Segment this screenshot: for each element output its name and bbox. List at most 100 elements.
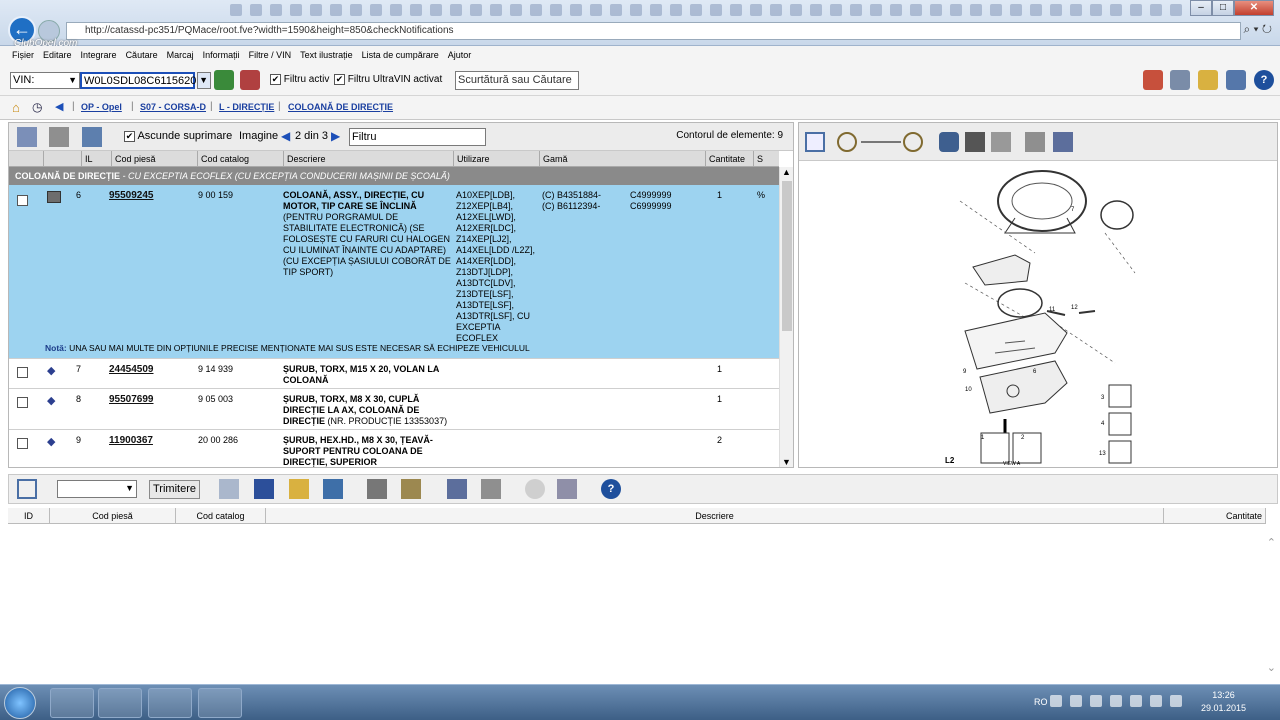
print-icon[interactable]	[49, 127, 69, 147]
zoom-in-icon[interactable]	[903, 132, 923, 152]
search-books-icon[interactable]	[1226, 70, 1246, 90]
scroll-up-icon[interactable]: ⌃	[1267, 536, 1276, 549]
flag-icon[interactable]	[1070, 695, 1082, 707]
row-checkbox[interactable]	[17, 195, 28, 206]
print-preview-icon[interactable]	[82, 127, 102, 147]
breadcrumb-subgroup[interactable]: COLOANĂ DE DIRECȚIE	[288, 102, 393, 112]
file-explorer-icon[interactable]	[98, 688, 142, 718]
bolt-part-icon[interactable]: ◆	[47, 394, 55, 407]
filter-ultravin-checkbox[interactable]: ✔	[334, 74, 345, 85]
display-icon[interactable]	[1110, 695, 1122, 707]
back-triangle-icon[interactable]: ◀	[55, 100, 63, 113]
save-icon[interactable]	[254, 479, 274, 499]
cart-select[interactable]: ▼	[57, 480, 137, 498]
column-header-il[interactable]: IL	[81, 151, 111, 167]
delete-icon[interactable]	[367, 479, 387, 499]
column-header-quantity[interactable]: Cantitate	[1164, 508, 1266, 524]
scroll-down-icon[interactable]: ▼	[782, 457, 791, 467]
breadcrumb-group[interactable]: L - DIRECȚIE	[219, 102, 274, 112]
send-button[interactable]: Trimitere	[149, 480, 200, 499]
row-part-code[interactable]: 95507699	[109, 394, 154, 405]
help-icon[interactable]: ?	[601, 479, 621, 499]
document-icon[interactable]	[47, 191, 61, 203]
close-icon[interactable]: ✕	[1234, 0, 1274, 16]
car-icon[interactable]	[214, 70, 234, 90]
notes-edit-icon[interactable]	[557, 479, 577, 499]
column-header-s[interactable]: S	[753, 151, 779, 167]
hide-deleted-toggle[interactable]: ✔ Ascunde suprimare	[124, 130, 232, 142]
column-header-part-code[interactable]: Cod piesă	[111, 151, 197, 167]
address-bar[interactable]: http://catassd-pc351/PQMace/root.fve?wid…	[66, 22, 1241, 40]
menu-file[interactable]: Fișier	[12, 46, 43, 64]
minimize-icon[interactable]: –	[1190, 0, 1212, 16]
column-header-part-code[interactable]: Cod piesă	[50, 508, 176, 524]
breadcrumb-model[interactable]: S07 - CORSA-D	[140, 102, 206, 112]
open-folder-icon[interactable]	[289, 479, 309, 499]
bolt-part-icon[interactable]: ◆	[47, 364, 55, 377]
table-row[interactable]: ◆ 7 24454509 9 14 939 ȘURUB, TORX, M15 X…	[9, 359, 779, 389]
print-illustration-icon[interactable]	[1025, 132, 1045, 152]
row-part-code[interactable]: 24454509	[109, 364, 154, 375]
edit-list-icon[interactable]	[401, 479, 421, 499]
internet-explorer-icon[interactable]	[50, 688, 94, 718]
menu-bookmark[interactable]: Marcaj	[167, 46, 203, 64]
print-list-icon[interactable]	[481, 479, 501, 499]
next-image-icon[interactable]: ▶	[331, 129, 340, 143]
column-header-quantity[interactable]: Cantitate	[705, 151, 753, 167]
pan-icon[interactable]	[939, 132, 959, 152]
app-window-icon[interactable]	[148, 688, 192, 718]
new-list-icon[interactable]	[219, 479, 239, 499]
scroll-down-icon[interactable]: ⌄	[1267, 661, 1276, 674]
filter-ultravin-toggle[interactable]: ✔ Filtru UltraVIN activat	[334, 74, 442, 85]
edit-notes-icon[interactable]	[17, 127, 37, 147]
fit-to-window-icon[interactable]	[805, 132, 825, 152]
zoom-out-icon[interactable]	[837, 132, 857, 152]
bookmark-illustration-icon[interactable]	[1053, 132, 1073, 152]
menu-edit[interactable]: Editare	[43, 46, 81, 64]
column-header-description[interactable]: Descriere	[283, 151, 453, 167]
maximize-icon[interactable]: □	[1212, 0, 1234, 16]
keyboard-icon[interactable]	[1050, 695, 1062, 707]
menu-shopping-list[interactable]: Lista de cumpărare	[362, 46, 448, 64]
notifications-icon[interactable]	[1143, 70, 1163, 90]
row-checkbox[interactable]	[17, 367, 28, 378]
bluetooth-icon[interactable]	[1130, 695, 1142, 707]
menu-illustration-text[interactable]: Text ilustrație	[300, 46, 362, 64]
network-icon[interactable]	[1090, 695, 1102, 707]
history-icon[interactable]: ◷	[32, 100, 42, 114]
chrome-icon[interactable]	[198, 688, 242, 718]
column-header[interactable]	[43, 151, 81, 167]
add-item-icon[interactable]	[323, 479, 343, 499]
column-header-id[interactable]: ID	[8, 508, 50, 524]
antivirus-icon[interactable]	[1150, 695, 1162, 707]
table-row[interactable]: ◆ 8 95507699 9 05 003 ȘURUB, TORX, M8 X …	[9, 389, 779, 430]
vin-input[interactable]: W0L0SDL08C6115620	[80, 72, 196, 89]
column-header-description[interactable]: Descriere	[266, 508, 1164, 524]
select-area-icon[interactable]	[965, 132, 985, 152]
table-row[interactable]: ◆ 9 11900367 20 00 286 ȘURUB, HEX.HD., M…	[9, 430, 779, 467]
search-input[interactable]: Scurtătură sau Căutare	[455, 71, 579, 90]
menu-search[interactable]: Căutare	[126, 46, 167, 64]
vin-type-select[interactable]: VIN: ▼	[10, 72, 80, 89]
table-row[interactable]: 6 95509245 9 00 159 COLOANĂ, ASSY., DIRE…	[9, 185, 779, 359]
filter-active-checkbox[interactable]: ✔	[270, 74, 281, 85]
menu-help[interactable]: Ajutor	[448, 46, 481, 64]
notes-icon[interactable]	[1198, 70, 1218, 90]
hide-deleted-checkbox[interactable]: ✔	[124, 130, 135, 142]
steering-column-diagram[interactable]: 7 11 12 9 10 4 3 1 2 13 6 L2 VIEW A	[805, 163, 1275, 467]
vin-dropdown-button[interactable]: ▼	[197, 72, 211, 89]
address-tools[interactable]: ⌕ ▾ ↻	[1243, 22, 1272, 37]
language-indicator[interactable]: RO	[1034, 697, 1048, 707]
home-icon[interactable]: ⌂	[12, 100, 20, 115]
row-part-code[interactable]: 95509245	[109, 190, 154, 201]
previous-image-icon[interactable]: ◀	[281, 129, 290, 143]
filter-input[interactable]: Filtru	[349, 128, 486, 146]
scrollbar-thumb[interactable]	[782, 181, 792, 331]
column-header-catalog-code[interactable]: Cod catalog	[197, 151, 283, 167]
menu-filters-vin[interactable]: Filtre / VIN	[249, 46, 301, 64]
column-header-range[interactable]: Gamă	[539, 151, 705, 167]
settings-icon[interactable]	[1170, 70, 1190, 90]
menu-information[interactable]: Informații	[203, 46, 249, 64]
clock[interactable]: 13:26 29.01.2015	[1201, 689, 1246, 715]
column-header-catalog-code[interactable]: Cod catalog	[176, 508, 266, 524]
